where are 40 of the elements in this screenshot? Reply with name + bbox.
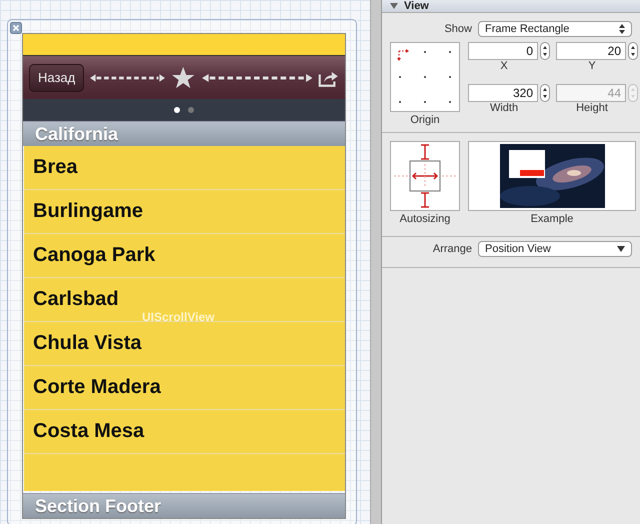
field-label: Width	[490, 102, 518, 114]
stepper[interactable]	[628, 42, 638, 60]
table-row[interactable]: Burlingame	[24, 190, 345, 234]
arrange-label: Arrange	[432, 243, 472, 255]
section-header[interactable]: View	[382, 0, 640, 13]
star-icon[interactable]	[171, 64, 196, 90]
autosizing-drawing[interactable]	[390, 141, 460, 211]
field-label: Y	[588, 60, 596, 72]
back-button[interactable]: Назад	[29, 64, 84, 92]
table-row[interactable]: Chula Vista	[24, 322, 345, 366]
show-popup[interactable]: Frame Rectangle	[478, 21, 632, 37]
stepper-arrows-icon	[619, 24, 625, 34]
page-dot[interactable]	[188, 107, 194, 113]
example-label: Example	[530, 213, 574, 225]
show-label: Show	[444, 23, 472, 35]
dropdown-arrow-icon	[617, 246, 625, 252]
field-label: Height	[576, 102, 608, 114]
section-header: California	[23, 121, 345, 146]
table-row[interactable]: Corte Madera	[24, 366, 345, 410]
stepper[interactable]	[540, 84, 550, 102]
table-row[interactable]: Brea	[24, 146, 345, 190]
section-title: View	[404, 0, 429, 12]
section-footer: Section Footer	[23, 493, 345, 518]
table-row[interactable]: Costa Mesa	[24, 410, 345, 454]
table-row[interactable]: Canoga Park	[24, 234, 345, 278]
origin-picker[interactable]	[390, 42, 460, 112]
arrange-popup[interactable]: Position View	[478, 241, 632, 257]
page-dot[interactable]	[174, 107, 180, 113]
field-label: X	[500, 60, 508, 72]
origin-label: Origin	[410, 114, 440, 126]
view-class-label: UIScrollView	[142, 310, 214, 324]
stepper[interactable]	[540, 42, 550, 60]
flexible-space-icon	[90, 72, 166, 82]
flexible-space-icon	[202, 72, 312, 82]
number-field[interactable]: 0	[468, 42, 538, 60]
close-icon[interactable]	[10, 22, 22, 34]
number-field[interactable]: 20	[556, 42, 626, 60]
disclosure-icon[interactable]	[390, 2, 398, 10]
number-field[interactable]: 320	[468, 84, 538, 102]
autosizing-label: Autosizing	[400, 213, 450, 225]
